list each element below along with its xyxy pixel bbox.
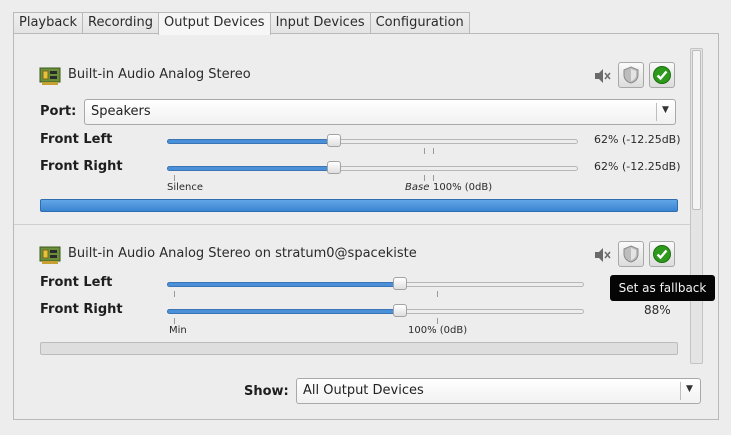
level-readout: 62% (-12.25dB) (594, 160, 681, 173)
scrollbar-thumb[interactable] (692, 50, 701, 210)
port-value: Speakers (91, 104, 151, 119)
slider-handle[interactable] (393, 277, 407, 290)
shield-lock-icon (623, 245, 639, 263)
tab-configuration[interactable]: Configuration (369, 12, 470, 34)
chevron-down-icon: ▼ (662, 105, 669, 115)
speaker-muted-icon[interactable] (593, 67, 611, 85)
tab-playback[interactable]: Playback (13, 12, 84, 34)
tab-input-devices[interactable]: Input Devices (269, 12, 371, 34)
checkmark-icon (653, 245, 671, 263)
slider-handle[interactable] (393, 304, 407, 317)
show-value: All Output Devices (303, 383, 424, 398)
peak-meter (40, 199, 678, 212)
scale-min-label: Silence (167, 182, 204, 193)
lock-channels-button[interactable] (618, 62, 644, 88)
audio-card-icon (39, 246, 61, 264)
level-readout: 88% (644, 303, 671, 317)
shield-lock-icon (623, 66, 639, 84)
scale-min-label: Min (169, 325, 187, 336)
channel-label-front-left: Front Left (40, 132, 113, 147)
device-list: Built-in Audio Analog Stereo Port: Speak… (14, 46, 691, 365)
speaker-muted-icon[interactable] (593, 246, 611, 264)
chevron-down-icon: ▼ (686, 384, 693, 394)
device-name: Built-in Audio Analog Stereo (68, 67, 251, 82)
device-card: Built-in Audio Analog Stereo on stratum0… (14, 226, 691, 365)
set-fallback-button[interactable] (649, 62, 675, 88)
volume-slider-front-left[interactable] (167, 134, 578, 148)
volume-control-window: Playback Recording Output Devices Input … (0, 0, 731, 435)
set-fallback-button[interactable] (649, 241, 675, 267)
device-name: Built-in Audio Analog Stereo on stratum0… (68, 246, 417, 261)
audio-card-icon (39, 67, 61, 85)
scale-base-label: Base (405, 182, 430, 193)
vertical-scrollbar[interactable] (690, 48, 703, 364)
show-dropdown[interactable]: All Output Devices ▼ (296, 378, 701, 404)
scale-100-label: 100% (0dB) (433, 182, 493, 193)
slider-handle[interactable] (327, 161, 341, 174)
checkmark-icon (653, 66, 671, 84)
volume-slider-front-left[interactable] (167, 277, 584, 291)
slider-handle[interactable] (327, 134, 341, 147)
lock-channels-button[interactable] (618, 241, 644, 267)
port-dropdown[interactable]: Speakers ▼ (84, 99, 676, 125)
device-card: Built-in Audio Analog Stereo Port: Speak… (14, 46, 691, 224)
divider (14, 224, 691, 225)
tooltip: Set as fallback (610, 275, 715, 301)
volume-slider-front-right[interactable] (167, 304, 584, 318)
channel-label-front-right: Front Right (40, 302, 123, 317)
scale-100-label: 100% (0dB) (408, 325, 468, 336)
channel-label-front-left: Front Left (40, 275, 113, 290)
tab-bar: Playback Recording Output Devices Input … (13, 12, 470, 35)
level-readout: 62% (-12.25dB) (594, 133, 681, 146)
peak-meter (40, 342, 678, 355)
show-label: Show: (244, 384, 289, 399)
channel-label-front-right: Front Right (40, 159, 123, 174)
volume-slider-front-right[interactable] (167, 161, 578, 175)
tab-output-devices[interactable]: Output Devices (158, 12, 271, 35)
port-label: Port: (40, 104, 77, 119)
tab-recording[interactable]: Recording (82, 12, 160, 34)
